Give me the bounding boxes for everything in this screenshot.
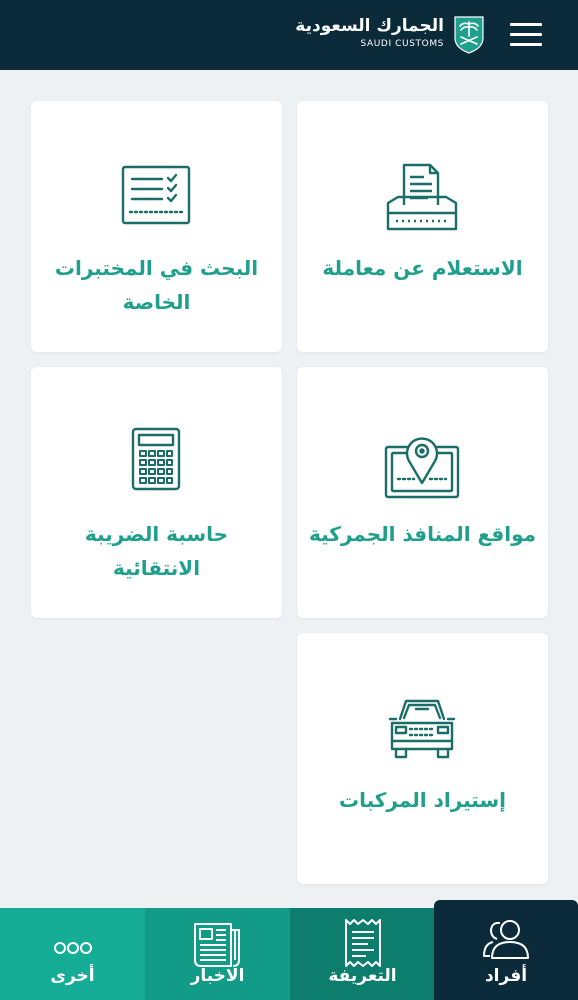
nav-item-other[interactable]: أخرى <box>0 908 145 1000</box>
card-customs-ports[interactable]: مواقع المنافذ الجمركية <box>297 367 548 618</box>
card-label: البحث في المختبرات الخاصة <box>54 256 259 314</box>
nav-item-individuals[interactable]: أفراد <box>434 900 578 1000</box>
hamburger-menu-icon[interactable] <box>508 20 544 50</box>
card-lab-search[interactable]: البحث في المختبرات الخاصة <box>31 101 282 352</box>
car-icon <box>388 699 456 759</box>
nav-label: أفراد <box>484 966 528 986</box>
inbox-document-icon <box>386 163 458 231</box>
nav-item-tariff[interactable]: التعريفة <box>290 908 435 1000</box>
nav-item-news[interactable]: الاخبار <box>145 908 290 1000</box>
calculator-icon <box>131 427 181 491</box>
map-pin-icon <box>384 437 460 499</box>
card-transitional-tax[interactable]: حاسبة الضريبة الانتقائية <box>31 367 282 618</box>
receipt-icon <box>345 919 381 967</box>
logo-title-english: SAUDI CUSTOMS <box>360 39 444 49</box>
card-label: حاسبة الضريبة الانتقائية <box>84 522 229 580</box>
card-label: إستيراد المركبات <box>339 788 506 812</box>
nav-label: التعريفة <box>328 966 397 986</box>
card-transaction-inquiry[interactable]: الاستعلام عن معاملة <box>297 101 548 352</box>
app-header: الجمارك السعودية SAUDI CUSTOMS <box>0 0 578 70</box>
nav-label: الاخبار <box>190 966 245 986</box>
people-icon <box>483 920 529 959</box>
more-dots-icon <box>54 942 92 954</box>
newspaper-icon <box>194 923 240 967</box>
bottom-nav: أخرى الاخبار التعريفة أفراد <box>0 900 578 1000</box>
saudi-customs-logo[interactable]: الجمارك السعودية SAUDI CUSTOMS <box>295 12 490 58</box>
checklist-icon <box>121 165 191 225</box>
palm-swords-emblem-icon <box>454 16 484 54</box>
card-label: مواقع المنافذ الجمركية <box>308 522 537 546</box>
card-label: الاستعلام عن معاملة <box>322 256 523 280</box>
nav-label: أخرى <box>50 966 95 986</box>
card-vehicle-import[interactable]: إستيراد المركبات <box>297 633 548 884</box>
logo-title-arabic: الجمارك السعودية <box>295 16 444 36</box>
